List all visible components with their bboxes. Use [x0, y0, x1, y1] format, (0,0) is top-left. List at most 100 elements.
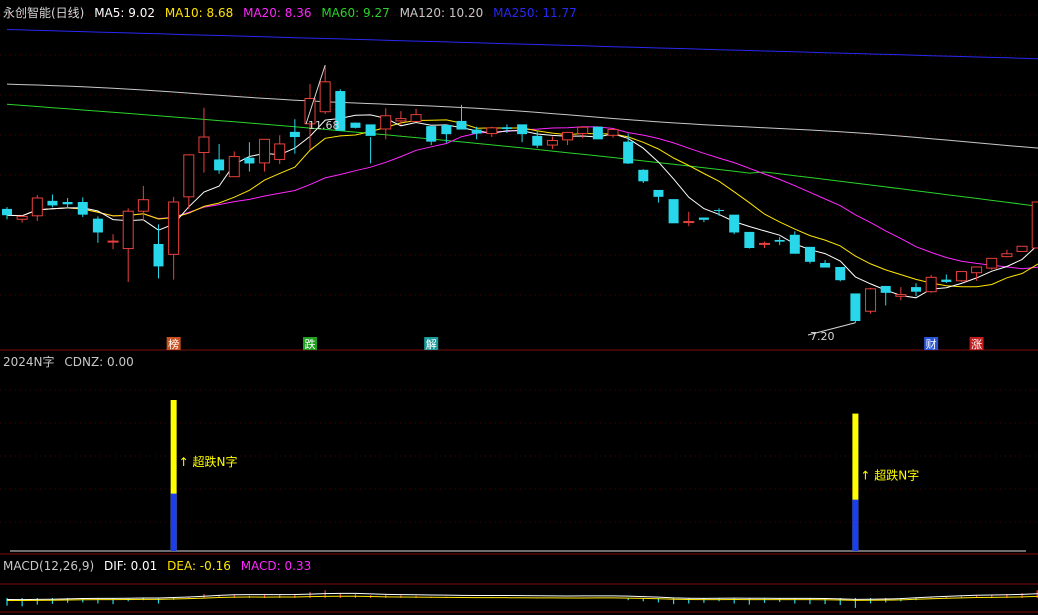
candle [183, 154, 195, 209]
candle [274, 135, 286, 165]
candle-body [183, 154, 195, 198]
candle-body [577, 126, 589, 135]
candle [638, 169, 649, 184]
candle [546, 136, 558, 150]
candle-body [607, 129, 619, 136]
candle [214, 143, 225, 174]
candle [517, 124, 528, 143]
candle-body [820, 262, 831, 268]
event-marker-label: 涨 [971, 338, 982, 351]
candle-body [244, 157, 255, 164]
candle-body [865, 288, 877, 312]
candle-body [880, 285, 891, 293]
candle [714, 208, 725, 216]
candle-body [31, 197, 43, 217]
candle [31, 195, 43, 221]
candle-body [638, 169, 649, 182]
candle [804, 246, 815, 264]
candle-body [486, 127, 498, 135]
low-price-label: 7.20 [810, 330, 835, 343]
candle [198, 107, 210, 173]
candle-body [395, 118, 407, 122]
candle-body [925, 276, 937, 293]
candle-body [653, 189, 664, 197]
candle-body [137, 199, 149, 212]
ma5-line [6, 114, 1038, 299]
candle-body [911, 287, 921, 292]
candle-body [228, 156, 240, 178]
candle-body [441, 124, 452, 135]
candle [668, 199, 679, 224]
candle [911, 283, 921, 297]
candle-body [16, 215, 28, 220]
candle [683, 211, 695, 227]
candle-body [955, 271, 967, 282]
candle [319, 65, 331, 115]
candle [168, 196, 180, 280]
candle [1016, 245, 1028, 252]
candle [880, 285, 891, 306]
candle [259, 138, 271, 172]
event-marker-label: 解 [426, 337, 437, 351]
candle-body [683, 221, 695, 224]
candle [137, 185, 149, 221]
candle [456, 104, 467, 130]
candle [1001, 249, 1013, 258]
candle-body [789, 234, 800, 254]
candle [426, 126, 437, 146]
candle [865, 287, 877, 314]
candle-body [365, 124, 376, 136]
candle-body [850, 293, 861, 322]
candle [653, 189, 664, 203]
candle-body [92, 218, 103, 233]
candle-body [532, 135, 543, 146]
ma60-line [6, 103, 1038, 207]
candle-body [774, 239, 785, 242]
candle-body [259, 138, 271, 164]
candle [1031, 201, 1038, 249]
candle-body [198, 136, 210, 154]
candle-body [214, 159, 225, 171]
stock-chart-canvas: 11.68 7.20 榜 跌 解 财 涨 ↑ 超跌N字 ↑ 超跌N字 [0, 14, 1038, 613]
candle [698, 217, 709, 223]
candle-body [471, 129, 482, 134]
candle-body [517, 124, 528, 135]
candle-body [895, 294, 907, 297]
grid-lines [0, 14, 1038, 613]
signal-label: ↑ 超跌N字 [860, 468, 919, 483]
candle [2, 207, 12, 220]
candle [774, 237, 785, 246]
candle [744, 231, 755, 249]
candle [16, 215, 28, 223]
candle [410, 108, 422, 123]
candle-body [62, 202, 73, 205]
event-marker-label: 跌 [305, 337, 316, 351]
candle [289, 119, 300, 154]
chart-annotations: 11.68 7.20 [305, 64, 856, 343]
candle-body [289, 131, 300, 138]
candle [607, 128, 619, 138]
candle [304, 84, 316, 150]
candle-body [2, 208, 12, 216]
candle-body [1016, 245, 1028, 252]
candle [395, 111, 407, 125]
candle-body [729, 214, 740, 233]
candle-body [107, 240, 119, 243]
candle-body [562, 131, 574, 141]
candle-body [153, 243, 164, 267]
candle-body [668, 199, 679, 224]
candle-body [759, 242, 770, 245]
dif-line [6, 592, 1038, 601]
candle-body [77, 202, 88, 215]
signal-bar: ↑ 超跌N字 [852, 413, 919, 551]
candle-body [456, 120, 467, 130]
candle [925, 275, 937, 293]
event-markers: 榜跌解财涨 [166, 337, 984, 351]
candle-body [274, 143, 286, 160]
candle [92, 216, 103, 243]
event-marker-label: 财 [926, 337, 937, 351]
candle-body [546, 139, 558, 146]
high-price-label: 11.68 [308, 119, 340, 132]
candle-body [426, 126, 437, 142]
candle [941, 274, 952, 284]
